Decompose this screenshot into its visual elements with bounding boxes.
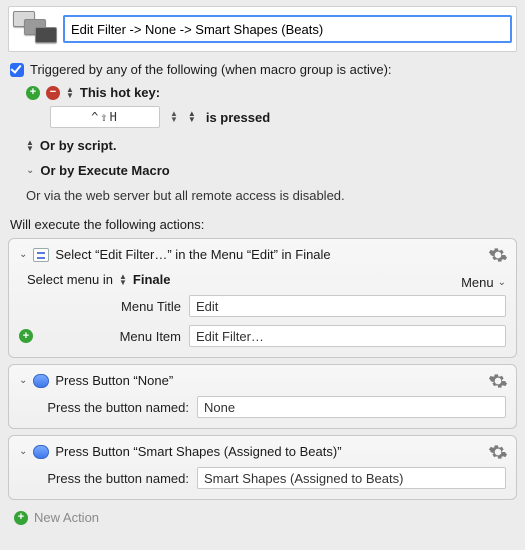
add-menu-item-button[interactable]: +: [19, 329, 33, 343]
select-menu-in-label: Select menu in: [27, 272, 113, 287]
macro-title-row: [8, 6, 517, 52]
menu-item-label: Menu Item: [41, 329, 181, 344]
action-title: Press Button “Smart Shapes (Assigned to …: [55, 444, 341, 459]
trigger-type-stepper[interactable]: ▲▼: [66, 87, 74, 99]
remove-trigger-button[interactable]: −: [46, 86, 60, 100]
trigger-enabled-checkbox[interactable]: [10, 63, 24, 77]
gear-icon[interactable]: [488, 442, 508, 465]
or-by-script-label: Or by script.: [40, 138, 117, 153]
button-action-icon: [33, 374, 49, 388]
trigger-heading-row: Triggered by any of the following (when …: [8, 62, 517, 77]
gear-icon[interactable]: [488, 245, 508, 268]
menu-title-label: Menu Title: [41, 299, 181, 314]
add-action-button[interactable]: +: [14, 511, 28, 525]
action-select-menu-item[interactable]: ⌄ Select “Edit Filter…” in the Menu “Edi…: [8, 238, 517, 358]
webserver-note: Or via the web server but all remote acc…: [26, 188, 517, 203]
menu-item-input[interactable]: Edit Filter…: [189, 325, 506, 347]
menu-popup[interactable]: Menu ⌄: [461, 275, 506, 290]
new-action-label: New Action: [34, 510, 99, 525]
hotkey-condition-stepper[interactable]: ▲▼: [188, 111, 196, 123]
button-name-input[interactable]: None: [197, 396, 506, 418]
hotkey-caret-icon[interactable]: ▲▼: [170, 111, 178, 123]
action-title: Select “Edit Filter…” in the Menu “Edit”…: [55, 247, 330, 262]
app-picker-stepper[interactable]: ▲▼: [119, 274, 127, 286]
chevron-down-icon: ⌄: [498, 277, 506, 288]
hotkey-condition-label: is pressed: [206, 110, 270, 125]
app-name: Finale: [133, 272, 171, 287]
disclosure-icon[interactable]: ⌄: [19, 249, 27, 260]
or-script-stepper[interactable]: ▲▼: [26, 140, 34, 152]
disclosure-icon[interactable]: ⌄: [19, 375, 27, 386]
action-press-button-smart-shapes[interactable]: ⌄ Press Button “Smart Shapes (Assigned t…: [8, 435, 517, 500]
or-by-execute-macro-label: Or by Execute Macro: [40, 163, 169, 178]
menu-title-input[interactable]: Edit: [189, 295, 506, 317]
execute-heading: Will execute the following actions:: [8, 217, 517, 232]
action-press-button-none[interactable]: ⌄ Press Button “None” Press the button n…: [8, 364, 517, 429]
chevron-down-icon[interactable]: ⌄: [26, 165, 34, 176]
button-named-label: Press the button named:: [19, 400, 189, 415]
trigger-heading-label: Triggered by any of the following (when …: [30, 62, 392, 77]
button-named-label: Press the button named:: [19, 471, 189, 486]
disclosure-icon[interactable]: ⌄: [19, 446, 27, 457]
button-action-icon: [33, 445, 49, 459]
macro-name-input[interactable]: [63, 15, 512, 43]
hotkey-label: This hot key:: [80, 85, 160, 100]
hotkey-summary-row: + − ▲▼ This hot key:: [26, 85, 517, 100]
macro-icon: [13, 11, 57, 47]
hotkey-input[interactable]: ^⇧H: [50, 106, 160, 128]
button-name-input[interactable]: Smart Shapes (Assigned to Beats): [197, 467, 506, 489]
action-title: Press Button “None”: [55, 373, 173, 388]
gear-icon[interactable]: [488, 371, 508, 394]
add-trigger-button[interactable]: +: [26, 86, 40, 100]
menu-popup-label: Menu: [461, 275, 494, 290]
menu-action-icon: [33, 248, 49, 262]
new-action-row[interactable]: + New Action: [8, 510, 517, 525]
